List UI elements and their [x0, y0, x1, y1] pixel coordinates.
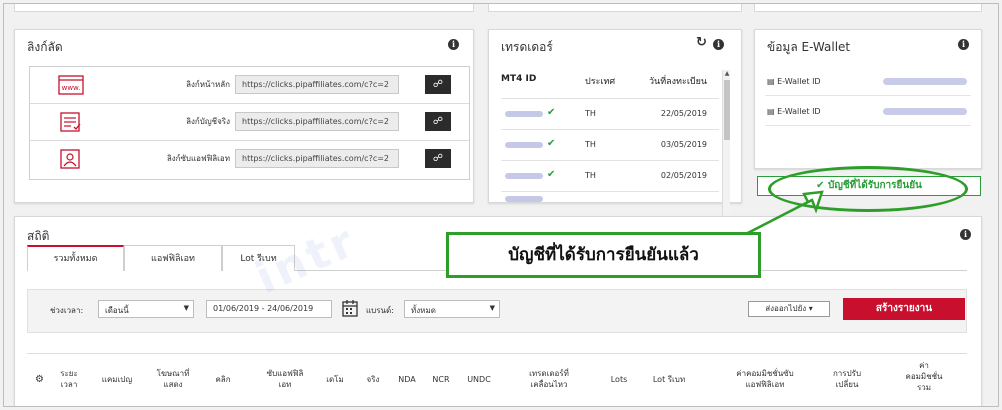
screenshot-frame: ลิงก์ลัด i www. ลิงก์หน้าหลัก https://cl… [3, 3, 999, 407]
callout-arrow [733, 190, 824, 242]
annotation-callout: บัญชีที่ได้รับการยืนยันแล้ว [446, 232, 761, 278]
